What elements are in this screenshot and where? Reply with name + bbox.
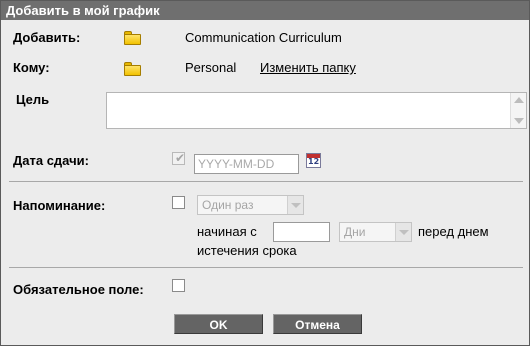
reminder-label: Напоминание: (13, 198, 106, 213)
due-date-label: Дата сдачи: (13, 153, 89, 168)
divider (9, 181, 523, 182)
required-label: Обязательное поле: (13, 282, 144, 297)
folder-icon (124, 62, 141, 76)
reminder-checkbox[interactable] (172, 196, 185, 209)
divider (9, 267, 523, 268)
add-to-schedule-dialog: Добавить в мой график Добавить: Communic… (0, 0, 530, 346)
scroll-up-icon[interactable] (514, 97, 524, 103)
starting-from-label: начиная с (197, 224, 257, 239)
chevron-down-icon[interactable] (395, 223, 411, 241)
add-label: Добавить: (13, 30, 81, 45)
scroll-down-icon[interactable] (514, 118, 524, 124)
goal-scrollbar[interactable] (510, 93, 526, 128)
add-item-name: Communication Curriculum (185, 30, 342, 45)
change-folder-link[interactable]: Изменить папку (260, 60, 356, 75)
due-date-input[interactable]: YYYY-MM-DD (194, 154, 299, 174)
dialog-title: Добавить в мой график (1, 1, 529, 20)
ok-button[interactable]: OK (174, 314, 263, 334)
reminder-frequency-select[interactable]: Один раз (197, 195, 304, 215)
required-checkbox[interactable] (172, 279, 185, 292)
to-label: Кому: (13, 60, 50, 75)
before-text-line2: истечения срока (197, 243, 297, 258)
calendar-icon[interactable]: 12 (306, 153, 321, 168)
goal-label: Цель (16, 92, 50, 107)
checkmark-icon: ✔ (175, 151, 186, 165)
cancel-button[interactable]: Отмена (273, 314, 362, 334)
target-folder-name: Personal (185, 60, 237, 75)
goal-textarea[interactable] (106, 92, 527, 129)
folder-icon (124, 31, 141, 45)
chevron-down-icon[interactable] (287, 196, 303, 214)
reminder-offset-input[interactable] (273, 222, 330, 242)
before-text-line1: перед днем (418, 224, 489, 239)
reminder-unit-select[interactable]: Дни (339, 222, 412, 242)
due-date-checkbox[interactable]: ✔ (172, 151, 186, 165)
